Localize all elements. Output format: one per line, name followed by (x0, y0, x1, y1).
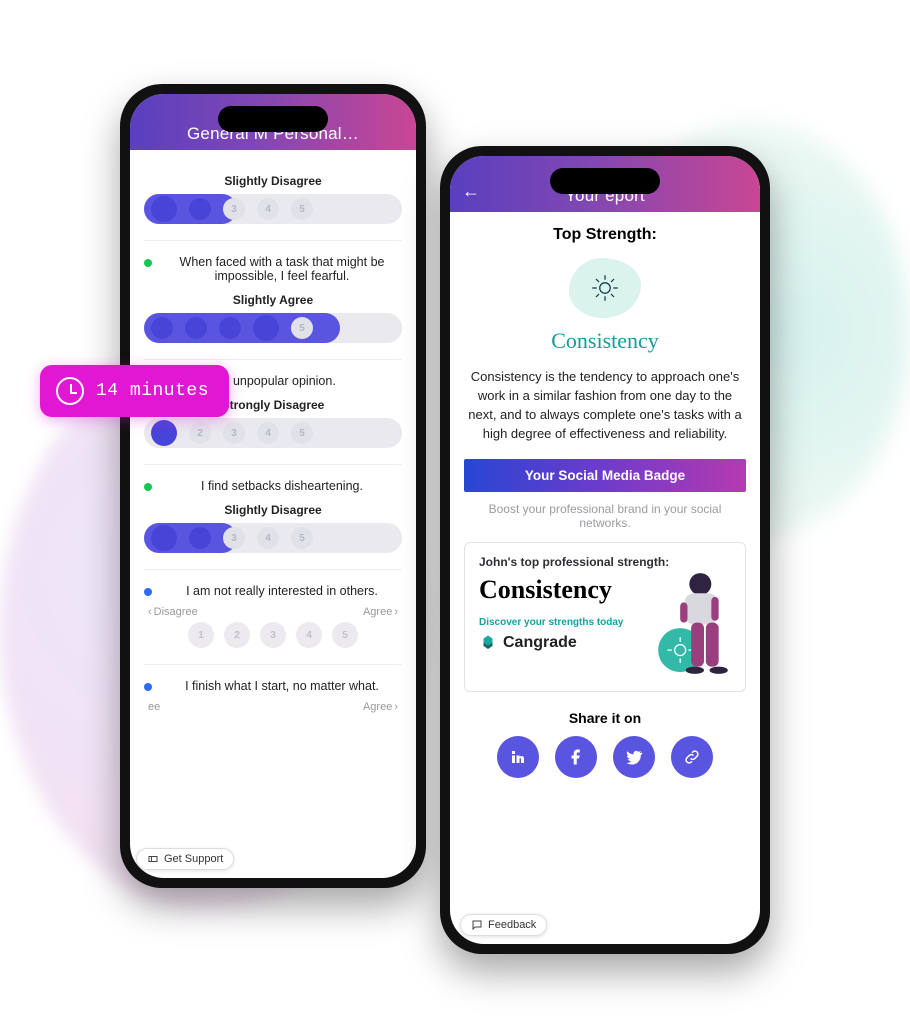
question-block: Slightly Disagree 345 (144, 150, 402, 241)
question-text: I find setbacks disheartening. (162, 479, 402, 493)
link-icon (683, 748, 701, 766)
share-twitter-button[interactable] (613, 736, 655, 778)
share-facebook-button[interactable] (555, 736, 597, 778)
status-dot (144, 588, 152, 596)
phone-notch (218, 106, 328, 132)
likert-slider[interactable]: 5 (144, 313, 402, 343)
top-strength-heading: Top Strength: (464, 226, 746, 244)
cangrade-logo-icon (479, 634, 497, 652)
likert-slider[interactable]: 345 (144, 194, 402, 224)
status-dot (144, 259, 152, 267)
strength-name: Consistency (464, 328, 746, 354)
share-linkedin-button[interactable] (497, 736, 539, 778)
phone-notch (550, 168, 660, 194)
sun-icon (590, 273, 620, 303)
question-text: When faced with a task that might be imp… (162, 255, 402, 283)
likert-labels: ‹ Disagree Agree › (148, 606, 398, 618)
chat-icon (471, 919, 483, 931)
person-illustration (627, 569, 737, 689)
facebook-icon (567, 748, 585, 766)
brand-name: Cangrade (503, 634, 577, 652)
likert-slider[interactable]: 2345 (144, 418, 402, 448)
phone-survey: General M Personal… Slightly Disagree 34… (120, 84, 426, 888)
social-badge-banner: Your Social Media Badge (464, 459, 746, 492)
get-support-button[interactable]: Get Support (136, 848, 234, 870)
likert-buttons[interactable]: 12345 (144, 622, 402, 648)
question-block: I am not really interested in others. ‹ … (144, 570, 402, 665)
strength-icon (569, 258, 641, 318)
linkedin-icon (509, 748, 527, 766)
status-dot (144, 683, 152, 691)
answer-label: Slightly Agree (144, 293, 402, 307)
time-pill: 14 minutes (40, 365, 229, 417)
strength-description: Consistency is the tendency to approach … (464, 368, 746, 443)
share-heading: Share it on (464, 710, 746, 726)
question-block: I finish what I start, no matter what. e… (144, 665, 402, 733)
likert-slider[interactable]: 345 (144, 523, 402, 553)
question-text: I finish what I start, no matter what. (162, 679, 402, 693)
likert-labels: ee Agree › (148, 701, 398, 713)
answer-label: Slightly Disagree (144, 174, 402, 188)
card-header: John's top professional strength: (479, 555, 731, 569)
question-block: When faced with a task that might be imp… (144, 241, 402, 360)
back-icon[interactable]: ← (462, 181, 480, 202)
answer-label: Slightly Disagree (144, 503, 402, 517)
feedback-button[interactable]: Feedback (460, 914, 547, 936)
status-dot (144, 483, 152, 491)
social-badge-subtext: Boost your professional brand in your so… (464, 502, 746, 530)
phone-report: ← Your eport Top Strength: Consistency C… (440, 146, 770, 954)
question-text: I am not really interested in others. (162, 584, 402, 598)
question-block: I find setbacks disheartening. Slightly … (144, 465, 402, 570)
ticket-icon (147, 853, 159, 865)
time-pill-text: 14 minutes (96, 381, 209, 401)
social-badge-card: John's top professional strength: Consis… (464, 542, 746, 692)
share-link-button[interactable] (671, 736, 713, 778)
clock-icon (56, 377, 84, 405)
twitter-icon (625, 748, 643, 766)
